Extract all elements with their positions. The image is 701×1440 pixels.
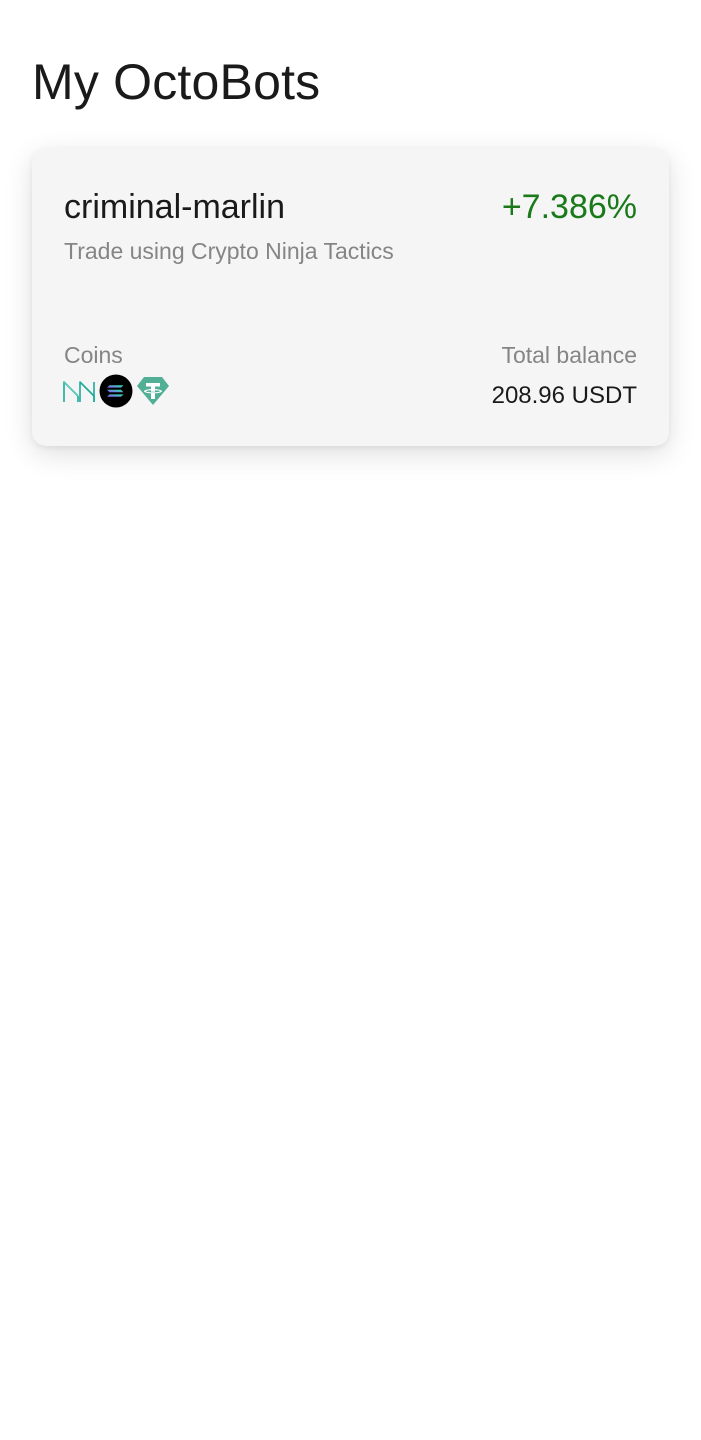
total-balance-label: Total balance xyxy=(501,342,637,368)
solana-sol-icon xyxy=(99,374,133,408)
bot-name: criminal-marlin xyxy=(64,188,286,226)
bot-card[interactable]: criminal-marlin +7.386% Trade using Cryp… xyxy=(32,148,669,446)
coins-list xyxy=(62,374,170,408)
maker-mkr-icon xyxy=(63,381,95,402)
bot-strategy-description: Trade using Crypto Ninja Tactics xyxy=(64,238,394,264)
coins-label: Coins xyxy=(64,342,123,368)
bot-pnl-percentage: +7.386% xyxy=(501,188,637,226)
tether-usdt-icon xyxy=(137,377,169,405)
page-title: My OctoBots xyxy=(32,54,321,110)
total-balance-value: 208.96 USDT xyxy=(491,382,637,409)
